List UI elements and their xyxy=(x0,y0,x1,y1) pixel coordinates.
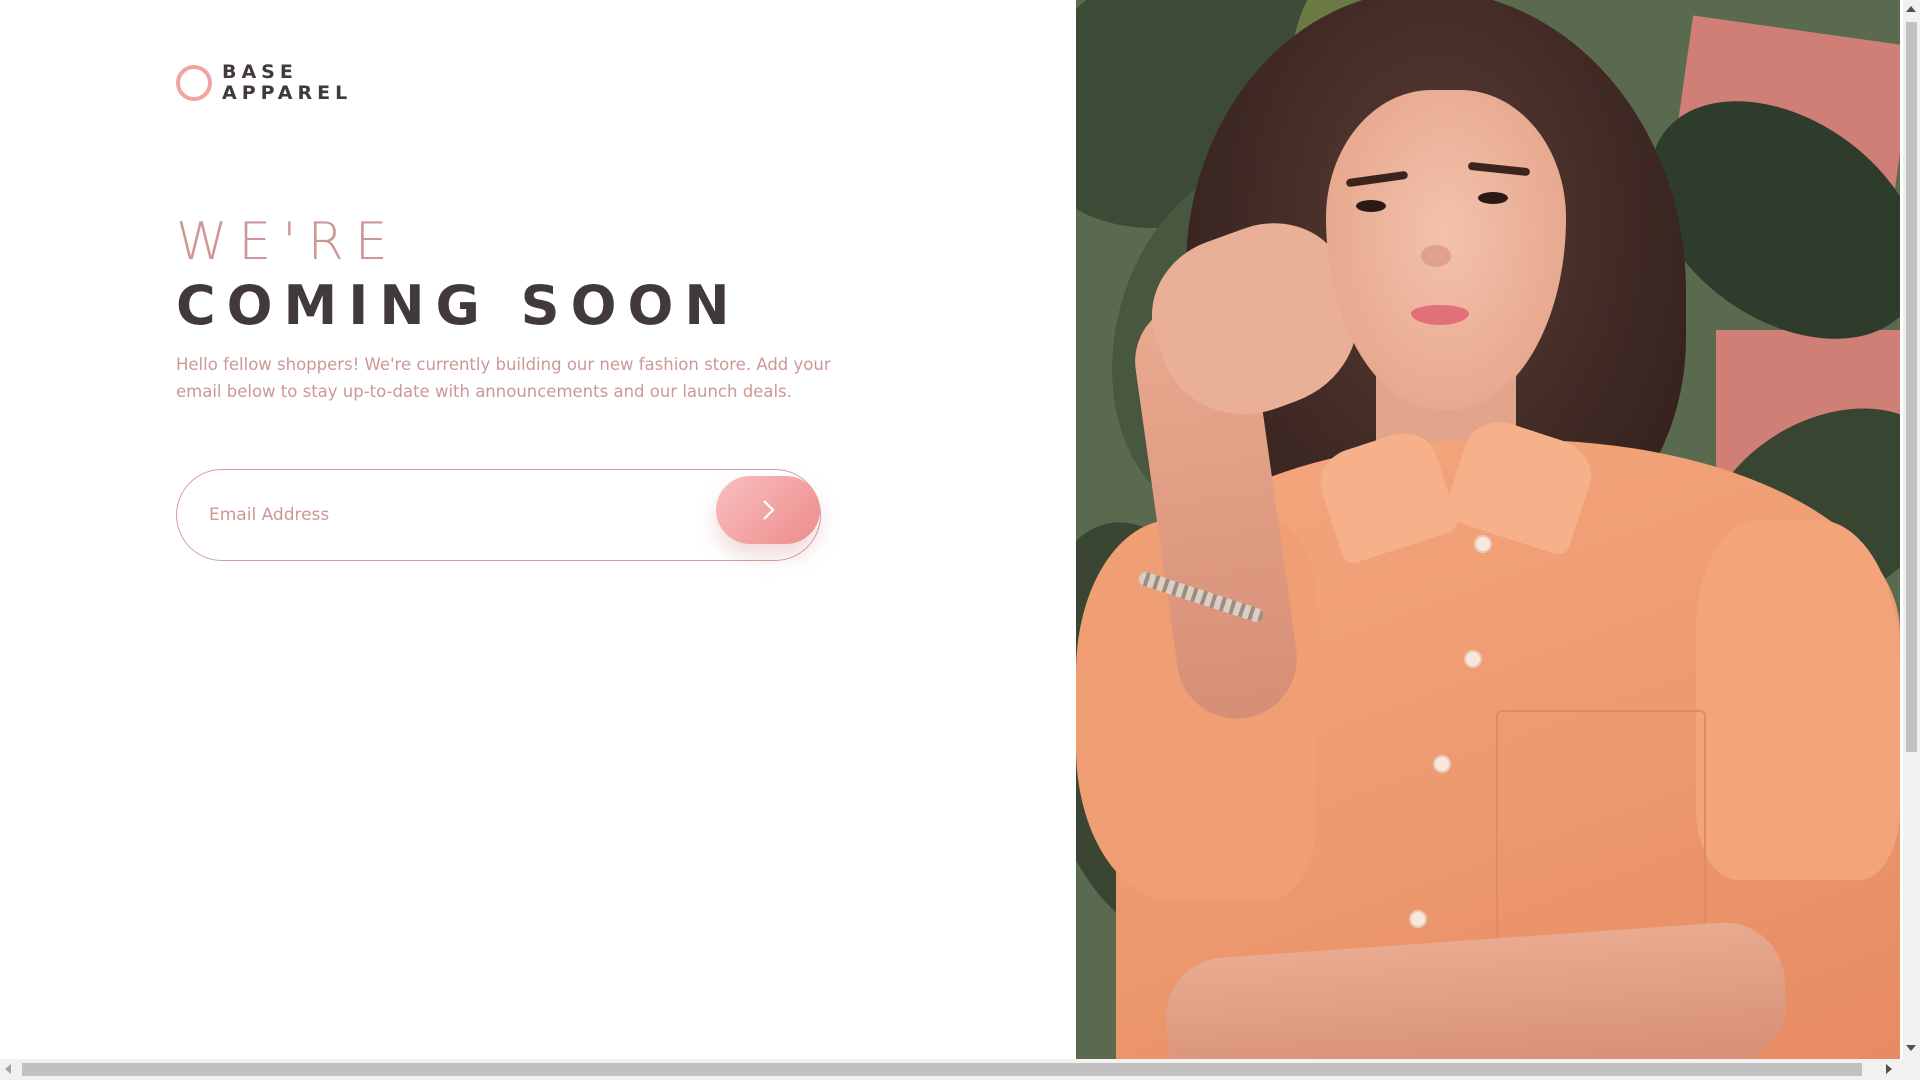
scroll-right-icon[interactable] xyxy=(1886,1064,1892,1074)
shirt-button xyxy=(1474,535,1492,553)
hero-photo xyxy=(1076,0,1900,1059)
nose-shape xyxy=(1421,245,1451,267)
shirt-button xyxy=(1433,755,1451,773)
pocket-shape xyxy=(1496,710,1706,960)
horizontal-scrollbar[interactable] xyxy=(0,1059,1903,1080)
eye-shape xyxy=(1356,200,1386,212)
horizontal-scrollbar-thumb[interactable] xyxy=(22,1063,1862,1076)
scrollbar-corner xyxy=(1903,1059,1920,1080)
shirt-button xyxy=(1409,910,1427,928)
logo-wordmark: BASE APPAREL xyxy=(222,62,352,104)
title-light-line: WE'RE xyxy=(176,212,399,272)
scroll-down-icon[interactable] xyxy=(1906,1045,1916,1051)
shirt-button xyxy=(1464,650,1482,668)
brand-logo: BASE APPAREL xyxy=(176,62,352,104)
sleeve-shape xyxy=(1696,520,1900,880)
logo-ring-icon xyxy=(176,65,212,101)
title-bold-line: COMING SOON xyxy=(176,274,741,337)
page-title: WE'RE COMING SOON xyxy=(176,210,741,338)
logo-line-apparel: APPAREL xyxy=(222,82,353,104)
content-panel: BASE APPAREL WE'RE COMING SOON Hello fel… xyxy=(0,0,1076,1059)
chevron-right-icon xyxy=(763,500,775,520)
page: BASE APPAREL WE'RE COMING SOON Hello fel… xyxy=(0,0,1920,1080)
email-field[interactable] xyxy=(209,470,679,560)
scroll-left-icon[interactable] xyxy=(5,1064,11,1074)
vertical-scrollbar[interactable] xyxy=(1903,0,1920,1059)
intro-text: Hello fellow shoppers! We're currently b… xyxy=(176,355,831,401)
logo-line-base: BASE xyxy=(222,61,298,83)
eye-shape xyxy=(1478,192,1508,204)
scroll-up-icon[interactable] xyxy=(1906,6,1916,12)
email-signup-form xyxy=(176,469,821,561)
vertical-scrollbar-thumb[interactable] xyxy=(1906,22,1917,752)
submit-button[interactable] xyxy=(716,476,820,544)
